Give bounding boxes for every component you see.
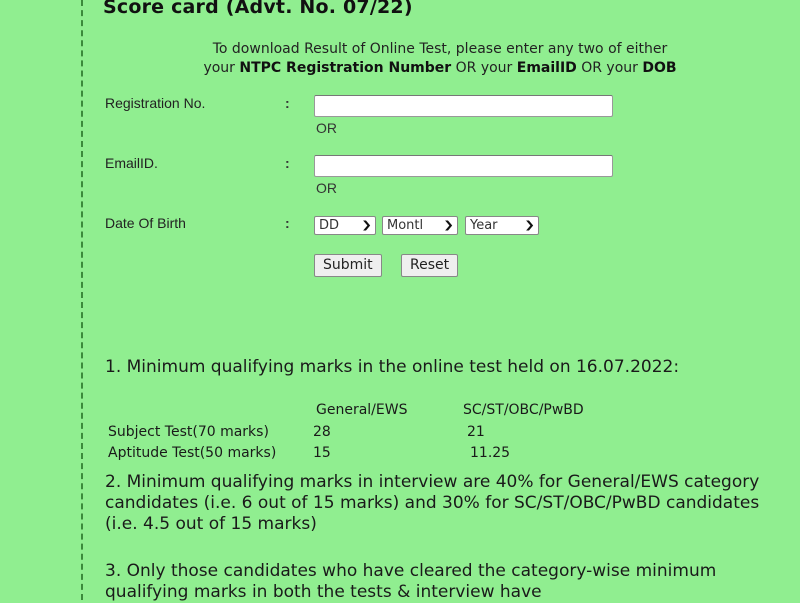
instructions-text: your xyxy=(203,60,240,76)
day-select-value: DD xyxy=(319,218,340,233)
chevron-down-icon: ❯ xyxy=(442,220,454,231)
registration-input[interactable] xyxy=(314,95,613,117)
year-select[interactable]: Year ❯ xyxy=(465,216,539,235)
registration-colon: : xyxy=(285,95,290,111)
month-select[interactable]: Montl ❯ xyxy=(382,216,458,235)
email-or: OR xyxy=(316,180,337,196)
dob-colon: : xyxy=(285,215,290,231)
table-cell: 15 xyxy=(313,445,331,461)
table-header-reserved: SC/ST/OBC/PwBD xyxy=(463,402,584,418)
table-header-general: General/EWS xyxy=(316,402,408,418)
year-select-value: Year xyxy=(470,218,498,233)
table-row-label: Subject Test(70 marks) xyxy=(108,424,269,440)
email-input[interactable] xyxy=(314,155,613,177)
registration-label: Registration No. xyxy=(105,95,206,111)
instructions: To download Result of Online Test, pleas… xyxy=(120,40,760,78)
table-cell: 28 xyxy=(313,424,331,440)
instructions-line-1: To download Result of Online Test, pleas… xyxy=(212,41,668,57)
email-label: EmailID. xyxy=(105,155,158,171)
chevron-down-icon: ❯ xyxy=(523,220,535,231)
dob-label: Date Of Birth xyxy=(105,215,186,231)
page-title: Score card (Advt. No. 07/22) xyxy=(103,0,413,18)
reset-button[interactable]: Reset xyxy=(401,254,459,277)
instructions-bold-dob: DOB xyxy=(642,60,677,76)
email-colon: : xyxy=(285,155,290,171)
registration-or: OR xyxy=(316,120,337,136)
instructions-bold-registration: NTPC Registration Number xyxy=(239,60,452,76)
instructions-line-2: your NTPC Registration Number OR your Em… xyxy=(120,59,760,78)
chevron-down-icon: ❯ xyxy=(360,220,372,231)
note-2: 2. Minimum qualifying marks in interview… xyxy=(105,472,760,534)
submit-button[interactable]: Submit xyxy=(314,254,382,277)
table-cell: 11.25 xyxy=(470,445,511,461)
instructions-text: OR your xyxy=(451,60,517,76)
note-1: 1. Minimum qualifying marks in the onlin… xyxy=(105,357,680,377)
note-3: 3. Only those candidates who have cleare… xyxy=(105,561,717,602)
instructions-bold-email: EmailID xyxy=(516,60,577,76)
day-select[interactable]: DD ❯ xyxy=(314,216,376,235)
table-cell: 21 xyxy=(467,424,485,440)
table-row-label: Aptitude Test(50 marks) xyxy=(108,445,277,461)
instructions-text: OR your xyxy=(576,60,643,76)
dashed-divider xyxy=(81,0,83,600)
month-select-value: Montl xyxy=(387,218,424,233)
